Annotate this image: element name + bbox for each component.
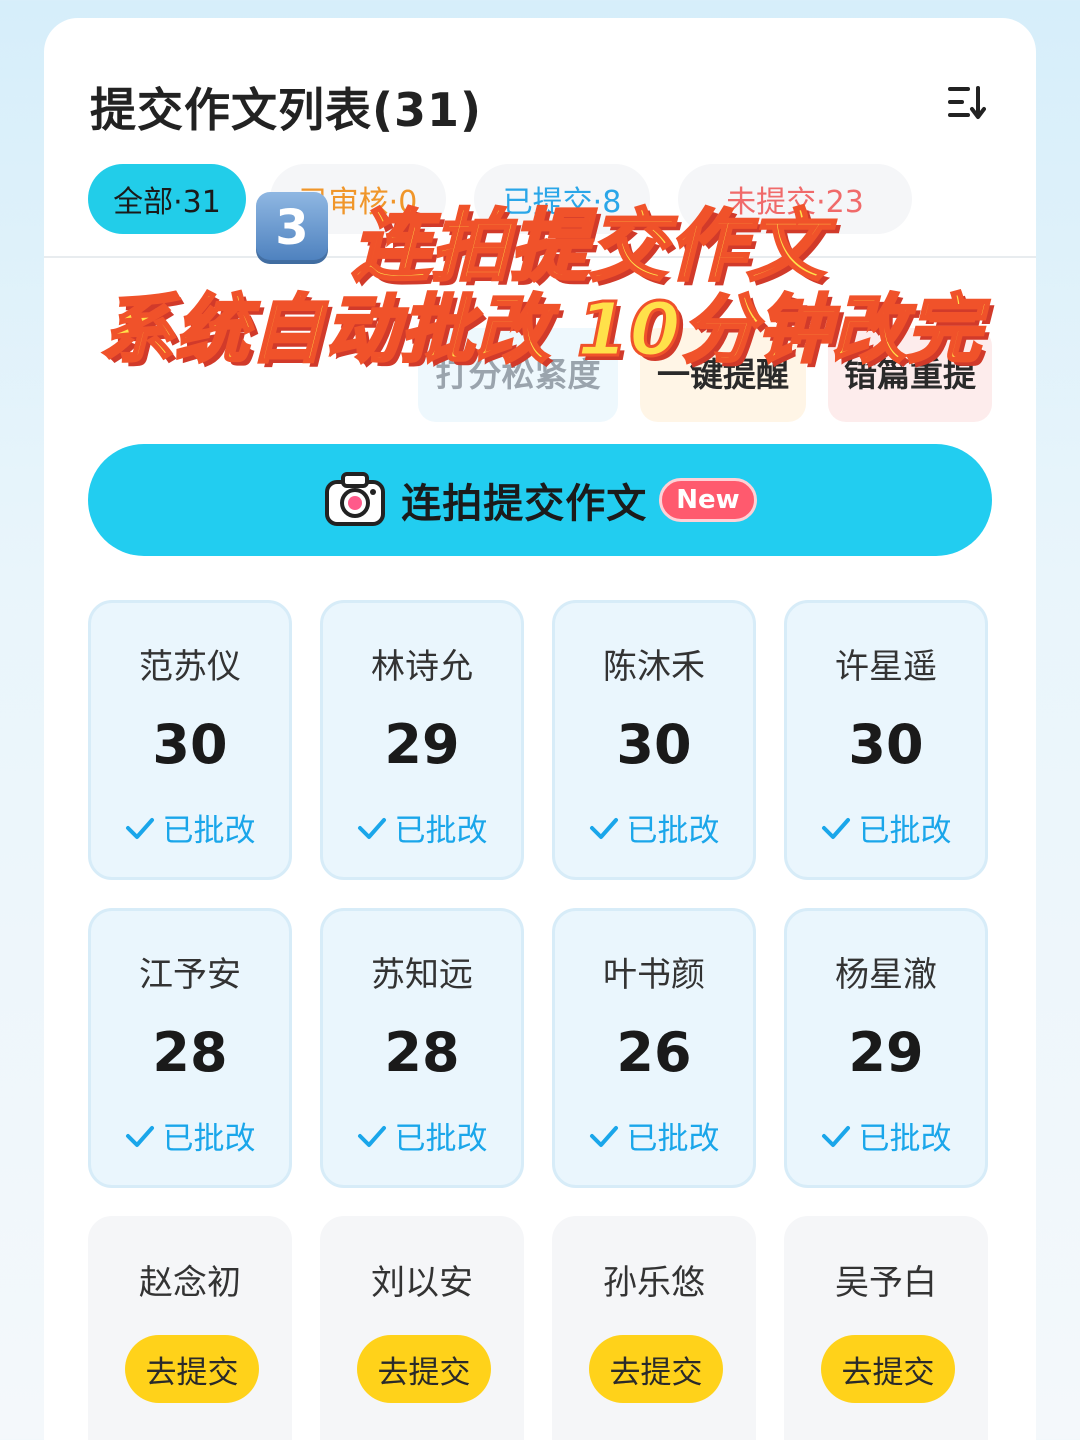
status-text: 已批改 [858,1121,952,1157]
student-card[interactable]: 孙乐悠 去提交 [552,1216,756,1440]
status-text: 已批改 [394,813,488,849]
student-score: 28 [152,1021,228,1084]
check-icon [589,1125,618,1147]
status-text: 已批改 [162,813,256,849]
student-name: 叶书颜 [603,955,705,995]
student-name: 孙乐悠 [603,1263,705,1303]
tab-submitted[interactable]: 已提交·8 [474,164,650,234]
student-card[interactable]: 范苏仪 30 已批改 [88,600,292,880]
status-badge: 已批改 [91,1113,289,1158]
student-name: 杨星澈 [835,955,937,995]
go-submit-button[interactable]: 去提交 [357,1335,491,1403]
burst-submit-button[interactable]: 连拍提交作文 New [88,444,992,556]
student-score: 29 [848,1021,924,1084]
new-badge: New [659,478,757,522]
check-icon [357,817,386,839]
camera-icon [325,472,386,526]
check-icon [125,817,154,839]
student-card[interactable]: 赵念初 去提交 [88,1216,292,1440]
status-badge: 已批改 [91,805,289,850]
status-badge: 已批改 [323,1113,521,1158]
check-icon [589,817,618,839]
status-text: 已批改 [162,1121,256,1157]
go-submit-button[interactable]: 去提交 [821,1335,955,1403]
go-submit-button[interactable]: 去提交 [125,1335,259,1403]
resubmit-wrong-button[interactable]: 错篇重提 [828,328,992,422]
tab-reviewed[interactable]: 已审核·0 [270,164,446,234]
student-card[interactable]: 苏知远 28 已批改 [320,908,524,1188]
status-badge: 已批改 [787,805,985,850]
status-badge: 已批改 [787,1113,985,1158]
check-icon [821,817,850,839]
remind-all-button[interactable]: 一键提醒 [640,328,806,422]
check-icon [821,1125,850,1147]
status-text: 已批改 [394,1121,488,1157]
tab-not-submitted[interactable]: 未提交·23 [678,164,912,234]
action-bar: 打分松紧度 一键提醒 错篇重提 [418,328,992,422]
student-card[interactable]: 林诗允 29 已批改 [320,600,524,880]
student-card[interactable]: 吴予白 去提交 [784,1216,988,1440]
student-card[interactable]: 刘以安 去提交 [320,1216,524,1440]
student-name: 范苏仪 [139,647,241,687]
go-submit-button[interactable]: 去提交 [589,1335,723,1403]
student-card[interactable]: 陈沐禾 30 已批改 [552,600,756,880]
student-card[interactable]: 杨星澈 29 已批改 [784,908,988,1188]
student-score: 30 [848,713,924,776]
tab-all[interactable]: 全部·31 [88,164,246,234]
status-badge: 已批改 [555,805,753,850]
status-text: 已批改 [858,813,952,849]
student-score: 30 [616,713,692,776]
student-card[interactable]: 江予安 28 已批改 [88,908,292,1188]
student-name: 赵念初 [139,1263,241,1303]
student-score: 29 [384,713,460,776]
student-score: 30 [152,713,228,776]
student-name: 林诗允 [371,647,473,687]
check-icon [125,1125,154,1147]
sort-icon[interactable] [946,82,986,122]
status-text: 已批改 [626,813,720,849]
filter-tabs: 全部·31 已审核·0 已提交·8 未提交·23 [88,164,988,234]
student-name: 江予安 [139,955,241,995]
scoring-strictness-button[interactable]: 打分松紧度 [418,328,618,422]
student-name: 陈沐禾 [603,647,705,687]
burst-submit-label: 连拍提交作文 [401,481,648,527]
status-badge: 已批改 [323,805,521,850]
student-card[interactable]: 叶书颜 26 已批改 [552,908,756,1188]
student-name: 刘以安 [371,1263,473,1303]
check-icon [357,1125,386,1147]
student-name: 苏知远 [371,955,473,995]
student-name: 吴予白 [835,1263,937,1303]
status-badge: 已批改 [555,1113,753,1158]
essay-list-card: 提交作文列表(31) 全部·31 已审核·0 已提交·8 未提交·23 打分松紧… [44,18,1036,1440]
student-score: 26 [616,1021,692,1084]
student-score: 28 [384,1021,460,1084]
page-title: 提交作文列表(31) [90,83,483,137]
divider [44,256,1036,258]
student-card[interactable]: 许星遥 30 已批改 [784,600,988,880]
student-name: 许星遥 [835,647,937,687]
status-text: 已批改 [626,1121,720,1157]
